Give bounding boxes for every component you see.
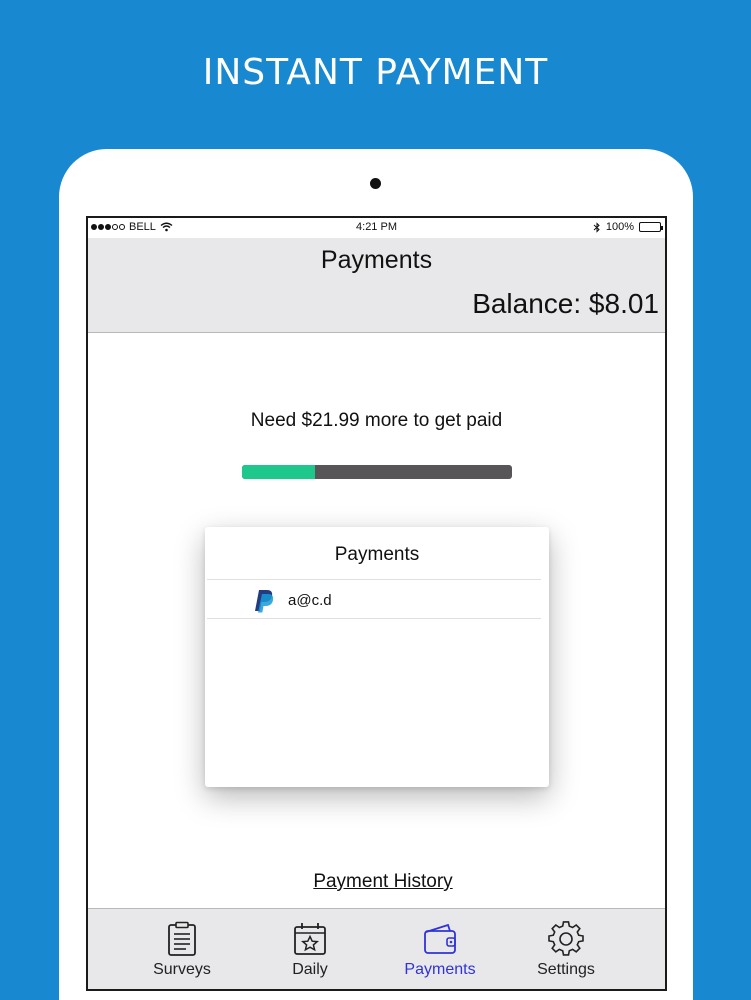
- tab-bar: Surveys Daily Payments Settings: [88, 908, 665, 989]
- tab-surveys-label: Surveys: [153, 961, 211, 978]
- payment-method-row[interactable]: a@c.d: [205, 580, 549, 619]
- calendar-star-icon: [294, 923, 326, 955]
- payout-progress-bar: [242, 465, 512, 479]
- app-screen: BELL 4:21 PM 100% Payments Balance: $8.0…: [86, 216, 667, 991]
- gear-icon: [548, 921, 584, 956]
- tab-daily[interactable]: Daily: [255, 909, 365, 989]
- tab-surveys[interactable]: Surveys: [127, 909, 237, 989]
- payment-method-email: a@c.d: [288, 592, 332, 609]
- status-right: 100%: [593, 221, 663, 233]
- wallet-icon: [424, 923, 456, 954]
- tab-settings-label: Settings: [537, 961, 595, 978]
- payment-history-link[interactable]: Payment History: [88, 871, 665, 893]
- clipboard-icon: [168, 921, 196, 956]
- page-title: Payments: [320, 246, 433, 274]
- payments-card: Payments a@c.d: [205, 527, 549, 787]
- tab-payments[interactable]: Payments: [385, 909, 495, 989]
- battery-percent: 100%: [605, 221, 634, 233]
- tab-daily-label: Daily: [292, 961, 328, 978]
- tab-settings[interactable]: Settings: [511, 909, 621, 989]
- battery-icon: [639, 222, 663, 232]
- navigation-bar: Payments Balance: $8.01: [88, 238, 665, 333]
- camera-dot: [370, 178, 381, 189]
- tab-payments-label: Payments: [404, 961, 476, 978]
- balance-label: Balance: $8.01: [472, 288, 659, 319]
- status-bar: BELL 4:21 PM 100%: [88, 218, 665, 238]
- bluetooth-icon: [593, 221, 600, 233]
- payout-threshold-message: Need $21.99 more to get paid: [250, 410, 503, 431]
- paypal-icon: [255, 590, 274, 613]
- promo-headline: INSTANT PAYMENT: [202, 52, 549, 93]
- payout-progress-fill: [242, 465, 315, 479]
- status-time: 4:21 PM: [356, 221, 397, 233]
- payments-card-title: Payments: [334, 544, 420, 565]
- divider: [207, 618, 541, 619]
